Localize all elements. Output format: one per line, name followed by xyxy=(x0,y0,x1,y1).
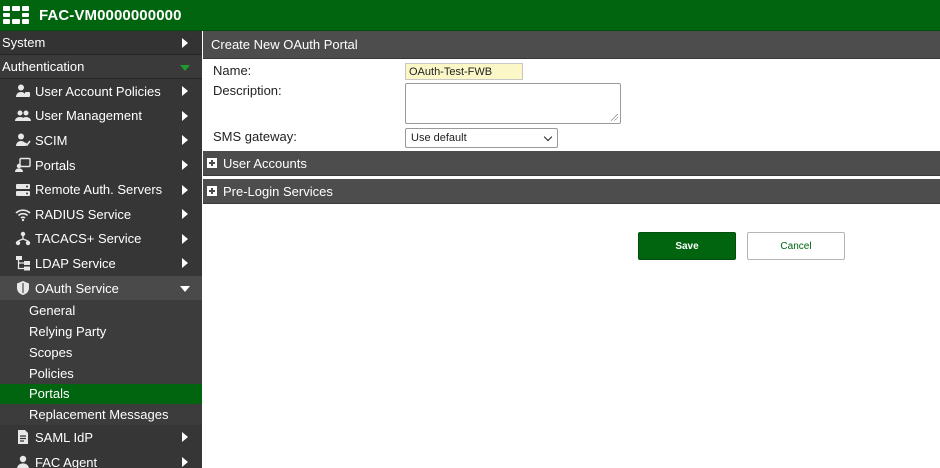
chevron-right-icon xyxy=(182,110,188,121)
sidebar-item-remote-auth-servers[interactable]: Remote Auth. Servers xyxy=(0,177,202,202)
sidebar-item-user-account-policies[interactable]: User Account Policies xyxy=(0,79,202,104)
sidebar-item-label: Portals xyxy=(35,157,76,173)
chevron-right-icon xyxy=(182,258,188,269)
section-label: User Accounts xyxy=(223,155,307,171)
sidebar-item-label: LDAP Service xyxy=(35,255,116,271)
chevron-right-icon xyxy=(182,37,188,48)
sidebar-subitem-scopes[interactable]: Scopes xyxy=(0,342,202,363)
chevron-down-icon xyxy=(543,132,553,142)
sidebar-subitem-relying-party[interactable]: Relying Party xyxy=(0,321,202,342)
section-user-accounts[interactable]: User Accounts xyxy=(203,151,940,176)
portal-form: Name: Description: SMS gateway: Use defa… xyxy=(203,59,940,151)
chevron-down-icon xyxy=(180,286,190,293)
agent-icon xyxy=(14,454,32,468)
chevron-right-icon xyxy=(182,160,188,171)
fortinet-logo-icon xyxy=(3,6,29,24)
top-bar: FAC-VM0000000000 xyxy=(0,0,940,31)
sidebar-subitem-portals[interactable]: Portals xyxy=(0,383,202,405)
sidebar-item-fac-agent[interactable]: FAC Agent xyxy=(0,450,202,468)
chevron-right-icon xyxy=(182,233,188,244)
sidebar-item-oauth-service[interactable]: OAuth Service xyxy=(0,275,202,301)
chevron-right-icon xyxy=(182,432,188,443)
sidebar-section-label: System xyxy=(2,35,46,50)
shield-icon xyxy=(14,280,32,296)
section-pre-login-services[interactable]: Pre-Login Services xyxy=(203,179,940,204)
chevron-right-icon xyxy=(182,86,188,97)
directory-tree-icon xyxy=(14,255,32,271)
description-label: Description: xyxy=(213,83,282,98)
sms-gateway-select[interactable]: Use default xyxy=(405,128,558,148)
server-icon xyxy=(14,182,32,198)
sidebar-item-label: OAuth Service xyxy=(35,280,119,296)
sidebar-subitem-replacement-messages[interactable]: Replacement Messages xyxy=(0,404,202,425)
chevron-right-icon xyxy=(182,457,188,468)
sidebar-item-label: SCIM xyxy=(35,132,68,148)
name-field[interactable] xyxy=(405,63,523,80)
resize-handle-icon[interactable] xyxy=(611,114,618,121)
sidebar-item-tacacs-service[interactable]: TACACS+ Service xyxy=(0,227,202,252)
portal-icon xyxy=(14,157,32,173)
description-field[interactable] xyxy=(405,83,621,124)
sidebar-item-label: TACACS+ Service xyxy=(35,231,142,247)
sidebar-section-system[interactable]: System xyxy=(0,31,202,55)
sidebar-subitem-policies[interactable]: Policies xyxy=(0,363,202,384)
scim-icon xyxy=(14,132,32,148)
sidebar-item-label: FAC Agent xyxy=(35,454,98,468)
main-content: Create New OAuth Portal Name: Descriptio… xyxy=(203,31,940,468)
chevron-down-icon xyxy=(180,64,190,71)
chevron-right-icon xyxy=(182,209,188,220)
chevron-right-icon xyxy=(182,135,188,146)
sidebar-item-saml-idp[interactable]: SAML IdP xyxy=(0,425,202,450)
sidebar-item-scim[interactable]: SCIM xyxy=(0,128,202,153)
user-policy-icon xyxy=(14,83,32,99)
sidebar-item-user-management[interactable]: User Management xyxy=(0,104,202,129)
sidebar-item-ldap-service[interactable]: LDAP Service xyxy=(0,251,202,276)
wireless-icon xyxy=(14,206,32,222)
network-icon xyxy=(14,231,32,247)
app-title: FAC-VM0000000000 xyxy=(39,6,182,24)
sidebar-section-label: Authentication xyxy=(2,59,85,74)
section-label: Pre-Login Services xyxy=(223,183,333,199)
sidebar-item-radius-service[interactable]: RADIUS Service xyxy=(0,202,202,227)
sidebar-item-label: User Account Policies xyxy=(35,83,161,99)
sidebar-item-label: SAML IdP xyxy=(35,429,94,445)
name-label: Name: xyxy=(213,63,252,78)
save-button[interactable]: Save xyxy=(638,232,736,260)
sidebar-item-label: User Management xyxy=(35,108,142,124)
sidebar-section-authentication[interactable]: Authentication xyxy=(0,55,202,79)
sidebar-item-label: Remote Auth. Servers xyxy=(35,182,163,198)
sidebar-item-label: RADIUS Service xyxy=(35,206,132,222)
page-title: Create New OAuth Portal xyxy=(203,31,940,59)
oauth-submenu: General Relying Party Scopes Policies Po… xyxy=(0,300,202,426)
expand-plus-icon[interactable] xyxy=(207,186,217,196)
sidebar-item-portals[interactable]: Portals xyxy=(0,153,202,178)
sidebar: System Authentication User Account Polic… xyxy=(0,31,202,468)
chevron-right-icon xyxy=(182,184,188,195)
expand-plus-icon[interactable] xyxy=(207,158,217,168)
sidebar-subitem-general[interactable]: General xyxy=(0,300,202,321)
sms-gateway-label: SMS gateway: xyxy=(213,129,297,144)
document-icon xyxy=(14,429,32,445)
sms-gateway-value: Use default xyxy=(411,132,467,144)
cancel-button[interactable]: Cancel xyxy=(747,232,845,260)
users-icon xyxy=(14,108,32,124)
